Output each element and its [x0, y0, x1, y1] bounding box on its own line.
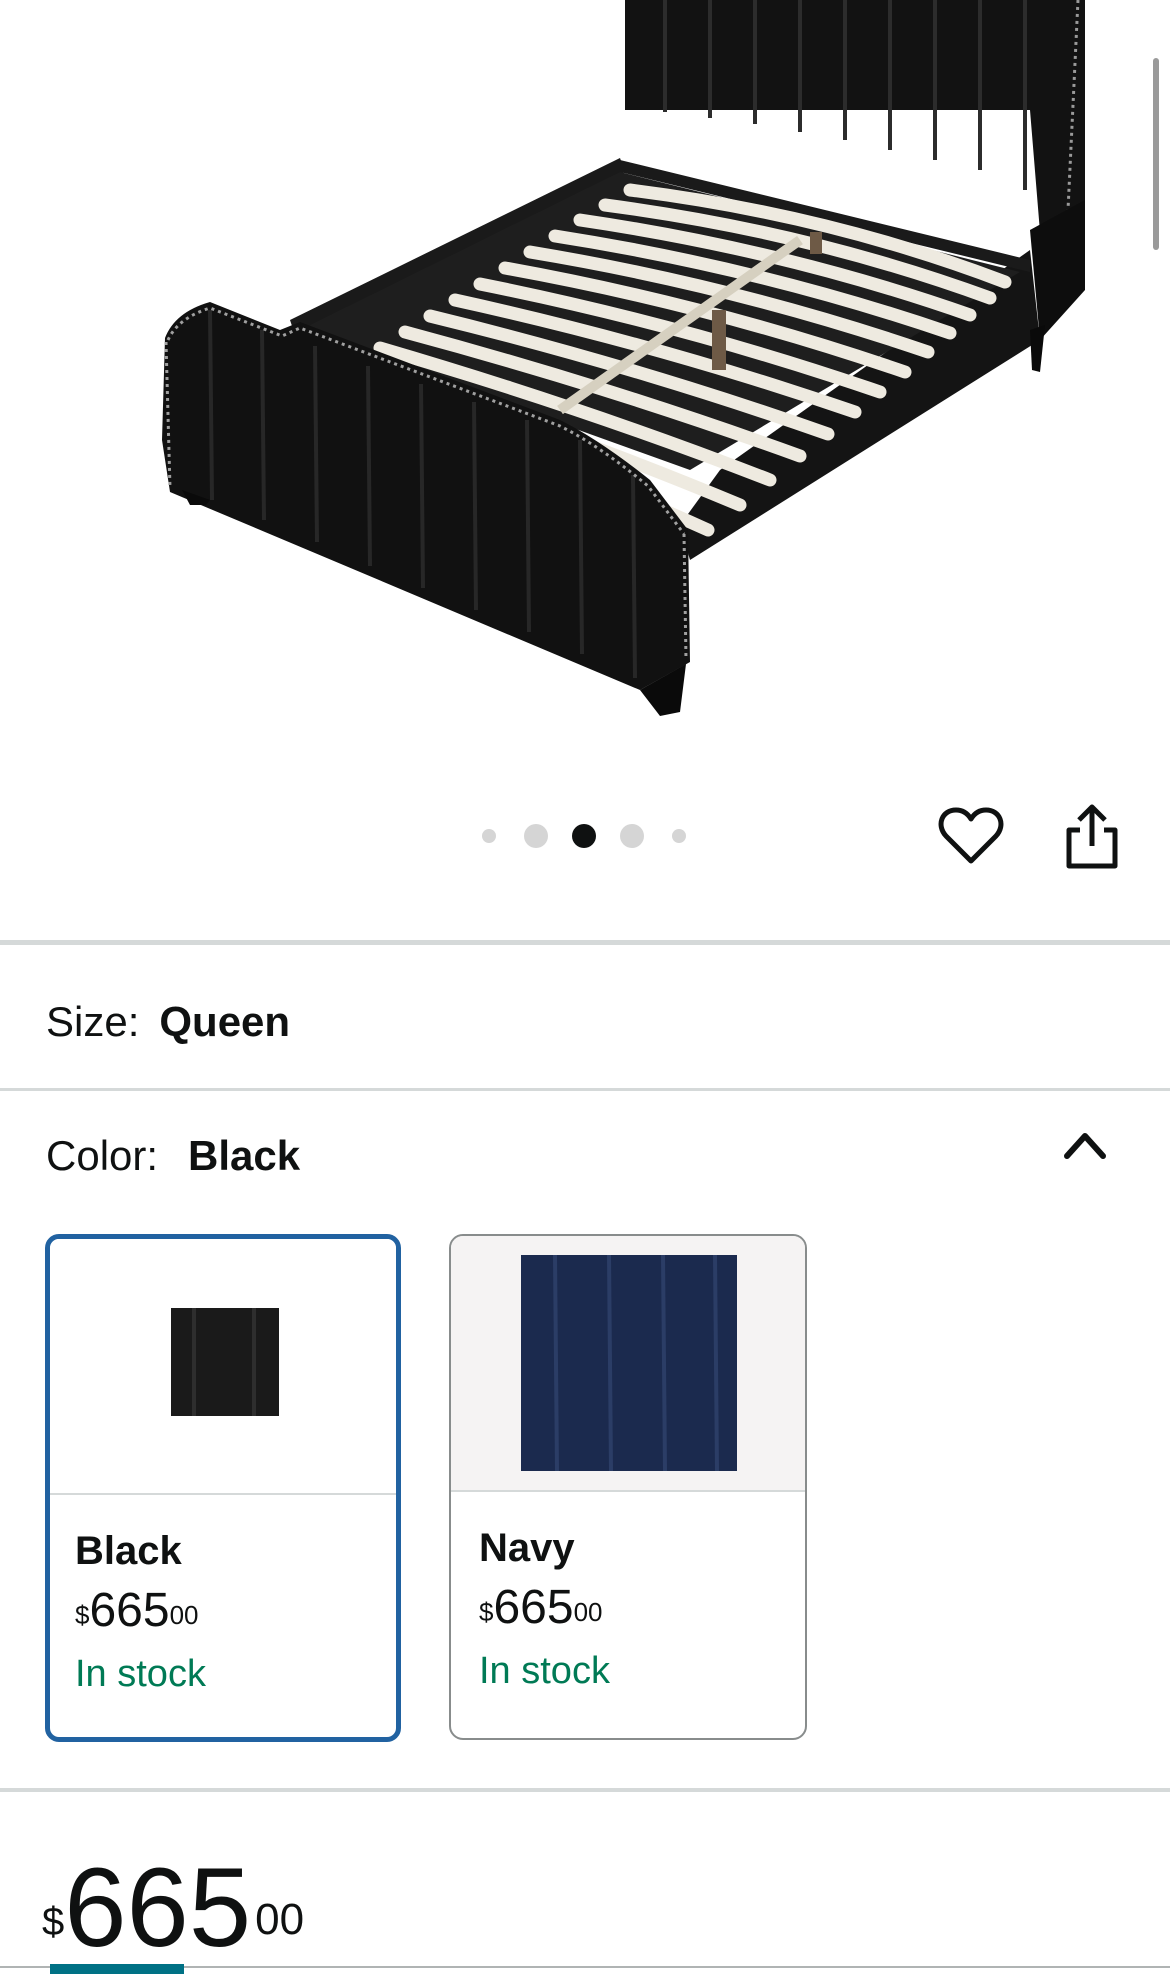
swatch-divider: [451, 1490, 805, 1492]
pager-dot[interactable]: [672, 829, 686, 843]
swatch-name: Black: [75, 1529, 182, 1573]
size-label: Size:: [46, 998, 140, 1045]
bed-illustration: [162, 0, 1085, 716]
tab-indicator: [50, 1964, 184, 1974]
section-divider: [0, 940, 1170, 945]
swatch-divider: [50, 1493, 396, 1495]
swatch-image: [50, 1239, 396, 1493]
pager-dot-active[interactable]: [572, 824, 596, 848]
swatch-stock-status: In stock: [479, 1650, 610, 1692]
pager-dot[interactable]: [482, 829, 496, 843]
scrollbar[interactable]: [1153, 58, 1159, 250]
heart-icon[interactable]: [938, 806, 1004, 866]
pager-dot[interactable]: [524, 824, 548, 848]
color-selector-header[interactable]: Color: Black: [46, 1130, 300, 1182]
size-value: Queen: [159, 998, 291, 1045]
chevron-up-icon[interactable]: [1062, 1126, 1108, 1162]
pager-dot[interactable]: [620, 824, 644, 848]
color-option-black[interactable]: Black $66500 In stock: [45, 1234, 401, 1742]
product-price: $66500: [42, 1845, 305, 1970]
product-image[interactable]: [0, 0, 1170, 760]
swatch-image: [451, 1236, 805, 1490]
size-selector[interactable]: Size: Queen: [46, 996, 290, 1048]
image-pager[interactable]: [470, 818, 700, 854]
color-option-navy[interactable]: Navy $66500 In stock: [449, 1234, 807, 1740]
section-divider: [0, 1088, 1170, 1091]
swatch-stock-status: In stock: [75, 1653, 206, 1695]
color-value: Black: [188, 1132, 301, 1179]
swatch-name: Navy: [479, 1526, 575, 1570]
color-label: Color:: [46, 1132, 159, 1179]
share-icon[interactable]: [1064, 802, 1120, 870]
section-divider: [0, 1788, 1170, 1792]
swatch-price: $66500: [75, 1584, 199, 1637]
swatch-price: $66500: [479, 1581, 603, 1634]
